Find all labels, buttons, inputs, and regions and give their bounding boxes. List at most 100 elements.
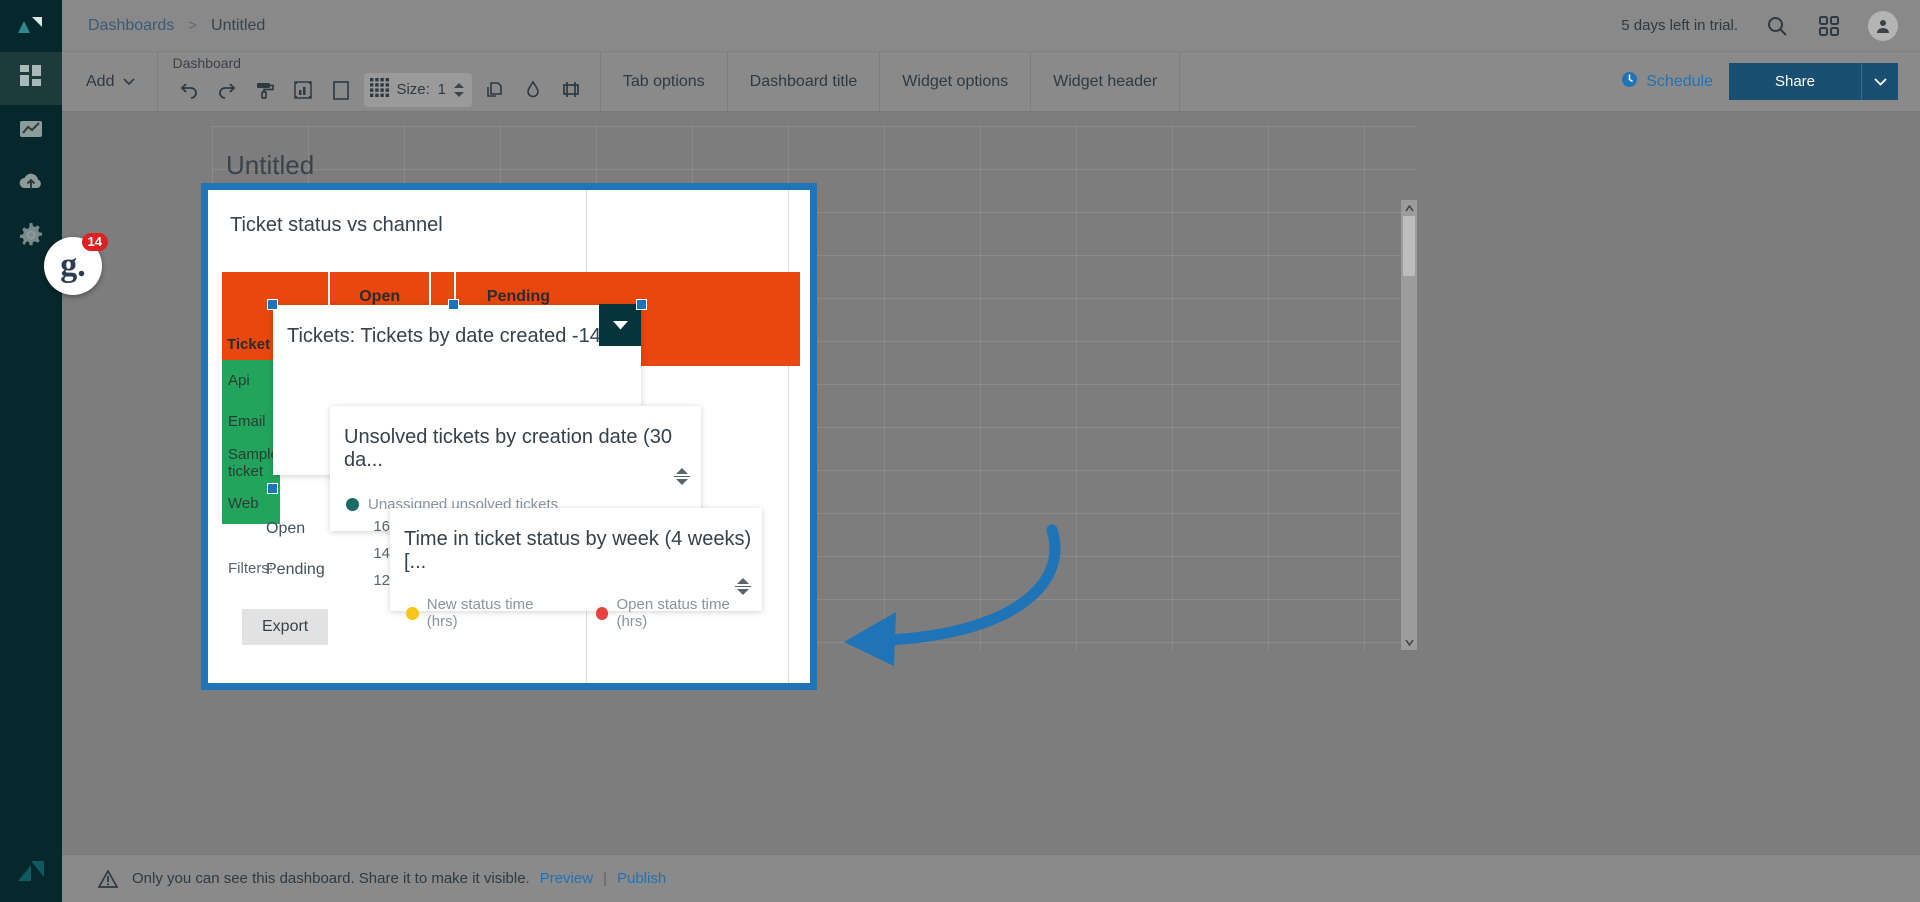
breadcrumb-separator: > (188, 17, 198, 34)
left-nav-rail (0, 0, 62, 902)
grid-size-value: 1 (437, 81, 446, 98)
app-root: g. 14 Dashboards > Untitled 5 days left … (0, 0, 1920, 902)
widget-stepper[interactable] (734, 578, 752, 595)
stepper-down-icon[interactable] (676, 479, 688, 485)
sidebar-item-reports[interactable] (0, 105, 62, 158)
crosstab-row-labels: Api Email Sample ticket Web (222, 360, 280, 524)
sidebar-item-upload[interactable] (0, 158, 62, 211)
export-button[interactable]: Export (242, 609, 329, 645)
brand-mark-icon[interactable] (15, 855, 47, 892)
ribbon-group-add: Add (62, 52, 159, 111)
chart-legend: New status time (hrs) Open status time (… (390, 574, 762, 630)
top-bar-right: 5 days left in trial. (1621, 10, 1898, 41)
legend-label: New status time (hrs) (426, 596, 534, 630)
scrollbar-thumb[interactable] (1403, 216, 1415, 276)
cloud-upload-icon (17, 169, 45, 200)
legend-color-swatch (346, 498, 359, 511)
share-dropdown-button[interactable] (1861, 63, 1898, 100)
stepper-up-icon[interactable] (453, 82, 464, 88)
ribbon-group-label: Dashboard (172, 55, 241, 71)
legend-item: New status time (hrs) (406, 596, 566, 630)
top-bar: Dashboards > Untitled 5 days left in tri… (62, 0, 1920, 52)
scroll-up-icon[interactable] (1401, 200, 1417, 216)
breadcrumb-dashboards[interactable]: Dashboards (88, 17, 174, 35)
grid-size-stepper[interactable] (453, 82, 464, 97)
redo-icon[interactable] (210, 73, 244, 107)
duplicate-icon[interactable] (478, 73, 512, 107)
dashboard-title[interactable]: Untitled (212, 126, 1417, 181)
help-widget-button[interactable]: g. 14 (44, 233, 108, 295)
stepper-divider (674, 476, 690, 477)
help-widget-badge-count: 14 (81, 233, 108, 251)
tab-widget-header[interactable]: Widget header (1031, 52, 1181, 111)
apps-grid-icon[interactable] (1816, 13, 1842, 39)
stepper-divider (735, 586, 751, 587)
stepper-down-icon[interactable] (737, 589, 749, 595)
chevron-down-icon (1873, 77, 1887, 86)
chart-frame-icon[interactable] (286, 73, 320, 107)
status-message: Only you can see this dashboard. Share i… (132, 870, 530, 887)
crosstab-status-pending: Pending (266, 561, 325, 578)
legend-color-swatch (595, 606, 609, 620)
share-button[interactable]: Share (1728, 63, 1861, 100)
stepper-up-icon[interactable] (676, 468, 688, 474)
paint-roller-icon[interactable] (248, 73, 282, 107)
status-separator: | (603, 870, 607, 887)
widget-title: Time in ticket status by week (4 weeks) … (404, 528, 752, 573)
gear-icon (18, 222, 44, 253)
tab-widget-options[interactable]: Widget options (880, 52, 1032, 111)
y-axis-tick: 16 (373, 518, 390, 535)
resize-handle-top-left[interactable] (267, 299, 278, 310)
stepper-down-icon[interactable] (453, 91, 464, 97)
layout-icon[interactable] (554, 73, 588, 107)
widget-title: Ticket status vs channel (230, 214, 443, 236)
preview-link[interactable]: Preview (540, 870, 593, 887)
y-axis-tick: 14 (373, 545, 390, 562)
resize-handle-bottom-left[interactable] (267, 483, 278, 494)
add-button[interactable]: Add (62, 73, 157, 91)
chart-icon (18, 116, 44, 147)
resize-handle-top-right[interactable] (636, 299, 647, 310)
list-item: Email (222, 401, 280, 442)
scroll-down-icon[interactable] (1401, 634, 1417, 650)
chevron-down-icon (612, 321, 628, 330)
stepper-up-icon[interactable] (737, 578, 749, 584)
trial-notice: 5 days left in trial. (1621, 17, 1738, 34)
publish-link[interactable]: Publish (617, 870, 666, 887)
canvas-scrollbar[interactable] (1401, 200, 1417, 650)
clock-icon (1621, 71, 1638, 93)
warning-icon (98, 869, 118, 888)
widget-title: Unsolved tickets by creation date (30 da… (344, 426, 672, 471)
crosstab-status-open: Open (266, 520, 306, 537)
schedule-button[interactable]: Schedule (1621, 71, 1713, 93)
tab-tab-options[interactable]: Tab options (601, 52, 728, 111)
legend-color-swatch (406, 606, 419, 620)
widget-title: Tickets: Tickets by date created -14... (287, 325, 618, 347)
widget-menu-button[interactable] (599, 304, 641, 346)
resize-handle-top-center[interactable] (448, 299, 459, 310)
grid-size-control[interactable]: Size: 1 (364, 72, 472, 107)
widget-card-time-in-ticket-status[interactable]: Time in ticket status by week (4 weeks) … (390, 508, 762, 630)
rail-bottom (0, 855, 62, 892)
list-item: Api (222, 360, 280, 401)
grid-line (788, 190, 789, 683)
filters-label: Filters: (228, 560, 273, 577)
share-control: Share (1728, 63, 1898, 100)
sidebar-item-dashboards[interactable] (0, 52, 62, 105)
chart-legend: Unassigned unsolved tickets (330, 472, 701, 513)
dashboard-grid-icon (18, 63, 44, 94)
search-icon[interactable] (1764, 13, 1790, 39)
grid-icon (370, 77, 390, 102)
schedule-label: Schedule (1646, 72, 1713, 90)
status-bar: Only you can see this dashboard. Share i… (62, 854, 1920, 902)
rectangle-icon[interactable] (324, 73, 358, 107)
avatar[interactable] (1868, 10, 1898, 41)
droplet-icon[interactable] (516, 73, 550, 107)
widget-stepper[interactable] (673, 468, 691, 485)
product-logo[interactable] (0, 0, 62, 52)
tab-dashboard-title[interactable]: Dashboard title (728, 52, 881, 111)
legend-item: Open status time (hrs) (595, 596, 762, 630)
undo-icon[interactable] (172, 73, 206, 107)
ribbon-toolbar: Add Dashboard Size: 1 Tab options Dashbo… (62, 52, 1920, 112)
ribbon-group-dashboard: Dashboard Size: 1 (158, 52, 601, 111)
